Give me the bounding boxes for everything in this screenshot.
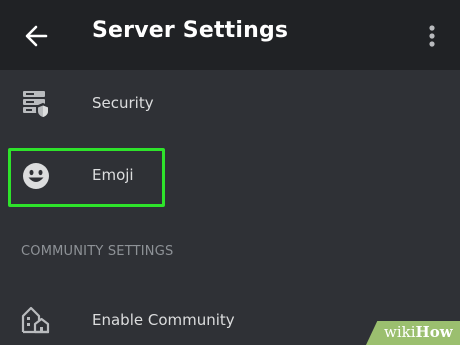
- app-header: Server Settings: [0, 0, 460, 70]
- more-options-button[interactable]: [422, 20, 442, 52]
- settings-item-security[interactable]: Security: [0, 76, 460, 132]
- community-buildings-icon: [20, 304, 52, 336]
- server-shield-icon: [20, 88, 52, 120]
- arrow-left-icon: [25, 25, 48, 47]
- watermark-logo: wikiHow: [384, 323, 453, 341]
- section-header-community: COMMUNITY SETTINGS: [21, 244, 174, 259]
- more-vertical-icon: [429, 25, 435, 47]
- settings-item-label: Security: [92, 94, 154, 112]
- page-title: Server Settings: [92, 18, 289, 43]
- settings-item-label: Enable Community: [92, 311, 235, 329]
- back-button[interactable]: [20, 20, 52, 52]
- server-settings-screen: Server Settings Security Emoji COMMUNITY…: [0, 0, 460, 345]
- emoji-highlight-box: [8, 148, 165, 207]
